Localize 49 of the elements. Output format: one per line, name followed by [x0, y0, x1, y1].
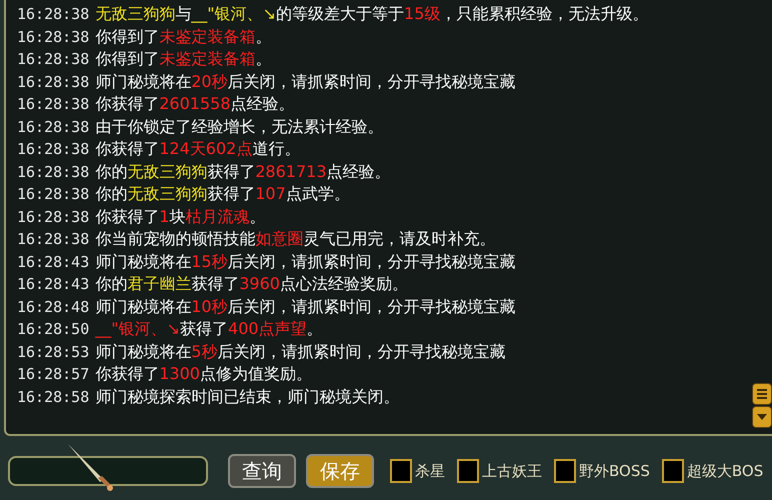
timestamp: 16:28:43: [17, 275, 90, 293]
chat-message: 你的无敌三狗狗获得了2861713点经验。: [95, 162, 391, 180]
chat-message: 你当前宠物的顿悟技能如意圈灵气已用完，请及时补充。: [95, 229, 496, 248]
timestamp: 16:28:58: [17, 388, 90, 406]
timestamp: 16:28:38: [17, 5, 90, 23]
chat-message: 由于你锁定了经验增长，无法累计经验。: [95, 116, 384, 136]
timestamp: 16:28:38: [17, 208, 90, 226]
timestamp: 16:28:38: [17, 28, 90, 46]
timestamp: 16:28:38: [17, 140, 90, 158]
chat-message: 无敌三狗狗与__"银河、↘的等级差大于等于15级，只能累积经验，无法升级。: [95, 4, 648, 23]
chat-message: 师门秘境将在10秒后关闭，请抓紧时间，分开寻找秘境宝藏: [95, 296, 516, 316]
chat-message: 你获得了2601558点经验。: [95, 94, 295, 113]
chat-message: 你获得了 1块枯月流魂。: [95, 206, 266, 226]
timestamp: 16:28:48: [17, 298, 90, 316]
down-arrow-icon: [757, 414, 767, 420]
timestamp: 16:28:38: [17, 162, 90, 180]
timestamp: 16:28:50: [17, 320, 90, 338]
timestamp: 16:28:53: [17, 342, 90, 360]
checkbox[interactable]: [390, 459, 412, 483]
chat-message: 你的君子幽兰获得了 3960点心法经验奖励。: [95, 274, 408, 293]
timestamp: 16:28:57: [17, 365, 90, 383]
timestamp: 16:28:43: [17, 252, 90, 270]
chat-message: 师门秘境将在15秒后关闭，请抓紧时间，分开寻找秘境宝藏: [95, 252, 516, 270]
timestamp: 16:28:38: [17, 185, 90, 203]
timestamp: 16:28:38: [17, 118, 90, 136]
timestamp: 16:28:38: [17, 230, 90, 248]
scroll-down-button[interactable]: [752, 406, 772, 428]
chat-message: 师门秘境探索时间已结束，师门秘境关闭。: [95, 386, 400, 406]
scroll-menu-button[interactable]: [752, 383, 772, 405]
chat-message: 你的无敌三狗狗获得了 107点武学。: [95, 184, 350, 203]
toolbar-button[interactable]: 查询: [228, 454, 296, 488]
chat-message: 你得到了未鉴定装备箱。: [95, 49, 272, 68]
checkbox[interactable]: [554, 459, 576, 483]
timestamp: 16:28:38: [17, 50, 90, 68]
chat-message: 师门秘境将在5秒后关闭，请抓紧时间，分开寻找秘境宝藏: [95, 342, 506, 360]
timestamp: 16:28:38: [17, 72, 90, 90]
checkbox-label: 上古妖王: [482, 460, 542, 482]
chat-message: 你获得了 1300点修为值奖励。: [95, 364, 312, 383]
chat-message: 你得到了未鉴定装备箱。: [95, 26, 272, 46]
chat-input-field[interactable]: [8, 456, 208, 486]
checkbox-label: 野外BOSS: [579, 460, 650, 482]
chat-message: 师门秘境将在20秒后关闭，请抓紧时间，分开寻找秘境宝藏: [95, 72, 516, 90]
checkbox[interactable]: [457, 459, 479, 483]
checkbox[interactable]: [662, 459, 684, 483]
chat-message: 你获得了 124天602点道行。: [95, 139, 300, 158]
checkbox-label: 超级大BOS: [686, 460, 764, 482]
timestamp: 16:28:38: [17, 95, 90, 113]
chat-message: __"银河、↘获得了400点声望。: [95, 319, 323, 338]
checkbox-label: 杀星: [415, 460, 445, 482]
